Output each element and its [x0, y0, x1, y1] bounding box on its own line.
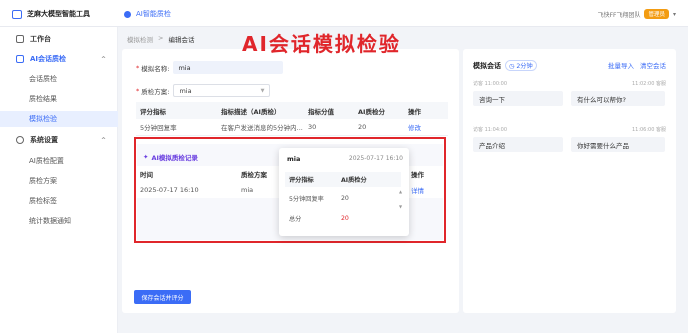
- sidebar-item-stats-notify[interactable]: 统计数据通知: [0, 213, 118, 229]
- sidebar-item-session-inspection[interactable]: 会话质检: [0, 71, 118, 87]
- chat-title: 模拟会话 ◷ 2分钟: [473, 60, 537, 71]
- column-header: 评分指标: [289, 177, 314, 184]
- sidebar-group-label: 系统设置: [30, 136, 58, 144]
- message-meta: 11:06:00 客服: [631, 127, 666, 133]
- column-header: 指标分值: [308, 107, 334, 116]
- brand-name: 芝麻大模型智能工具: [27, 10, 90, 18]
- simulated-chat-panel: 模拟会话 ◷ 2分钟 批量导入 清空会话 访客 11:00:00 咨询一下 11…: [463, 49, 676, 313]
- nav-ai-inspection[interactable]: AI智能质检: [124, 9, 171, 19]
- arrow-down-icon[interactable]: ▼: [399, 204, 402, 209]
- chat-icon: [16, 55, 24, 63]
- table-cell: 5分钟回复率: [289, 196, 324, 203]
- sidebar-group-label: AI会话质检: [30, 55, 67, 63]
- sidebar-item-label: AI质检配置: [29, 157, 64, 165]
- chevron-up-icon: ^: [100, 136, 106, 144]
- clear-chat-button[interactable]: 清空会话: [640, 60, 666, 70]
- total-score: 20: [341, 215, 349, 222]
- table-cell: 在客户发送消息的5分钟内...: [221, 124, 303, 132]
- sidebar-item-label: 统计数据通知: [29, 217, 71, 225]
- table-cell: 30: [308, 123, 317, 131]
- chevron-down-icon: ▼: [260, 87, 265, 94]
- sidebar-item-label: 质检结果: [29, 95, 57, 103]
- name-input[interactable]: mia: [173, 61, 284, 74]
- record-detail-popup: mia 2025-07-17 16:10 评分指标 AI质检分 5分钟回复率 2…: [279, 148, 409, 236]
- user-menu[interactable]: 飞快FF飞翔团队 管理员 ▾: [598, 9, 676, 19]
- column-header: 评分指标: [140, 107, 166, 116]
- table-header: 评分指标 指标描述（AI质检） 指标分值 AI质检分 操作: [136, 102, 448, 119]
- breadcrumb: 模拟检测 > 编辑会话: [127, 34, 194, 44]
- chat-title-text: 模拟会话: [473, 61, 501, 70]
- chat-actions: 批量导入 清空会话: [608, 60, 666, 70]
- arrow-up-icon[interactable]: ▲: [399, 189, 402, 194]
- table-cell: 5分钟回复率: [140, 124, 177, 132]
- edit-indicator-link[interactable]: 修改: [408, 122, 448, 132]
- chevron-up-icon: ^: [100, 55, 106, 63]
- brand[interactable]: 芝麻大模型智能工具: [12, 9, 90, 19]
- sidebar-item-inspection-tags[interactable]: 质检标签: [0, 193, 118, 209]
- plan-field-row: * 质检方案: mia ▼: [136, 84, 271, 97]
- table-row: 5分钟回复率 在客户发送消息的5分钟内... 30 20 修改: [136, 119, 448, 136]
- popup-total-row: 总分 20: [285, 211, 401, 226]
- batch-import-button[interactable]: 批量导入: [608, 60, 634, 70]
- sidebar-item-label: 质检方案: [29, 177, 57, 185]
- breadcrumb-parent[interactable]: 模拟检测: [127, 34, 153, 44]
- nav-dot-icon: [124, 10, 131, 18]
- top-bar: 芝麻大模型智能工具 AI智能质检 飞快FF飞翔团队 管理员 ▾: [0, 0, 688, 27]
- plan-select-value: mia: [179, 86, 192, 95]
- sidebar-group-settings[interactable]: 系统设置 ^: [0, 132, 118, 148]
- message-meta: 11:02:00 客服: [631, 81, 666, 87]
- name-field-label: 模拟名称:: [141, 64, 170, 73]
- visitor-message: 咨询一下: [473, 91, 563, 106]
- column-header: 操作: [408, 107, 421, 116]
- message-meta: 访客 11:04:00: [473, 127, 508, 133]
- message-meta: 访客 11:00:00: [473, 81, 508, 87]
- sidebar-item-label: 会话质检: [29, 75, 57, 83]
- agent-message: 你好需要什么产品: [571, 137, 665, 152]
- popup-plan-name: mia: [287, 155, 301, 163]
- user-name: 飞快FF飞翔团队: [597, 11, 641, 19]
- sidebar-item-label: 工作台: [30, 35, 51, 43]
- sidebar-item-inspection-results[interactable]: 质检结果: [0, 91, 118, 107]
- popup-table-header: 评分指标 AI质检分: [285, 172, 401, 187]
- sidebar-item-workbench[interactable]: 工作台: [0, 31, 118, 47]
- plan-field-label: 质检方案:: [141, 87, 170, 96]
- chat-timer-value: 2分钟: [516, 63, 533, 70]
- popup-table-row: 5分钟回复率 20: [285, 191, 401, 206]
- user-role-badge: 管理员: [644, 9, 669, 19]
- sidebar-group-ai-inspection[interactable]: AI会话质检 ^: [0, 51, 118, 67]
- table-cell: 20: [341, 195, 349, 202]
- visitor-message: 产品介绍: [473, 137, 563, 152]
- total-label: 总分: [289, 216, 302, 223]
- sidebar-item-ai-config[interactable]: AI质检配置: [0, 153, 118, 169]
- breadcrumb-separator: >: [158, 34, 164, 42]
- breadcrumb-current: 编辑会话: [168, 36, 195, 44]
- monitor-icon: [16, 35, 24, 43]
- plan-select[interactable]: mia ▼: [173, 84, 271, 97]
- required-mark: *: [136, 86, 140, 95]
- chevron-down-icon: ▾: [672, 10, 676, 18]
- overlay-title: AI会话模拟检验: [242, 32, 401, 56]
- sidebar-item-simulation[interactable]: 模拟检验: [0, 111, 118, 127]
- sidebar-item-inspection-plan[interactable]: 质检方案: [0, 173, 118, 189]
- agent-message: 有什么可以帮你?: [571, 91, 665, 106]
- sidebar: 工作台 AI会话质检 ^ 会话质检 质检结果 模拟检验 系统设置 ^ AI质检配…: [0, 27, 118, 333]
- indicator-table: 评分指标 指标描述（AI质检） 指标分值 AI质检分 操作 5分钟回复率 在客户…: [136, 102, 448, 136]
- popup-date: 2025-07-17 16:10: [348, 155, 403, 162]
- settings-icon: [16, 136, 24, 144]
- table-cell: 20: [358, 123, 367, 131]
- popup-scrollbar[interactable]: ▲ ▼: [398, 189, 403, 209]
- save-and-score-button[interactable]: 保存会话并评分: [134, 290, 191, 304]
- chat-timer: ◷ 2分钟: [505, 60, 537, 71]
- column-header: 指标描述（AI质检）: [221, 107, 281, 116]
- brand-logo-icon: [12, 9, 22, 19]
- nav-ai-inspection-label: AI智能质检: [136, 10, 171, 18]
- column-header: AI质检分: [358, 107, 385, 116]
- name-field-row: * 模拟名称: mia: [136, 61, 284, 74]
- sidebar-item-label: 质检标签: [29, 197, 57, 205]
- column-header: AI质检分: [341, 177, 367, 184]
- required-mark: *: [136, 63, 140, 72]
- sidebar-item-label: 模拟检验: [29, 115, 57, 123]
